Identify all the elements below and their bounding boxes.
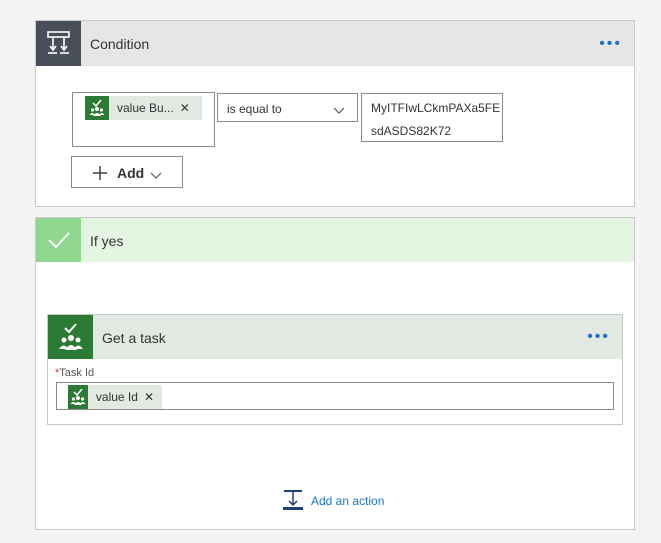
more-options-icon[interactable]: ••• [599, 35, 622, 53]
condition-icon [36, 21, 81, 66]
if-yes-header[interactable]: If yes [36, 218, 634, 262]
dynamic-content-token[interactable]: value Id ✕ [68, 385, 162, 409]
planner-icon [85, 96, 109, 120]
dynamic-content-token[interactable]: value Bu... ✕ [85, 96, 202, 120]
add-button[interactable]: Add [71, 156, 183, 188]
plus-icon [92, 165, 108, 184]
close-icon[interactable]: ✕ [180, 101, 198, 115]
add-label: Add [117, 165, 145, 181]
planner-icon [48, 315, 93, 359]
chevron-down-icon [150, 168, 162, 183]
get-a-task-header[interactable]: Get a task ••• [48, 315, 622, 359]
if-yes-card: If yes Get a task ••• *Task Id value Id … [35, 217, 635, 530]
add-an-action-button[interactable]: Add an action [283, 489, 385, 514]
if-yes-title: If yes [90, 233, 124, 249]
right-value-field[interactable]: MyITFIwLCkmPAXa5FE sdASDS82K72 [361, 93, 503, 142]
operator-select[interactable]: is equal to [217, 93, 358, 122]
task-id-label: *Task Id [55, 367, 94, 379]
left-operand-field[interactable]: value Bu... ✕ [72, 92, 215, 147]
task-id-input[interactable]: value Id ✕ [56, 382, 614, 410]
condition-header[interactable]: Condition ••• [36, 21, 634, 66]
token-label: value Bu... [117, 101, 174, 115]
value-line-2: sdASDS82K72 [371, 124, 452, 138]
add-an-action-label: Add an action [311, 494, 385, 508]
add-action-icon [283, 489, 303, 514]
condition-card: Condition ••• value Bu... ✕ is equal to [35, 20, 635, 207]
operator-value: is equal to [227, 102, 282, 116]
value-line-1: MyITFIwLCkmPAXa5FE [371, 101, 501, 115]
check-icon [36, 218, 81, 262]
chevron-down-icon [333, 103, 345, 118]
close-icon[interactable]: ✕ [144, 390, 162, 404]
get-a-task-card: Get a task ••• *Task Id value Id ✕ [47, 314, 623, 425]
condition-title: Condition [90, 36, 150, 52]
get-a-task-title: Get a task [102, 330, 166, 346]
more-options-icon[interactable]: ••• [587, 328, 610, 346]
planner-icon [68, 385, 88, 409]
task-id-label-text: Task Id [59, 367, 95, 379]
token-label: value Id [95, 390, 138, 404]
